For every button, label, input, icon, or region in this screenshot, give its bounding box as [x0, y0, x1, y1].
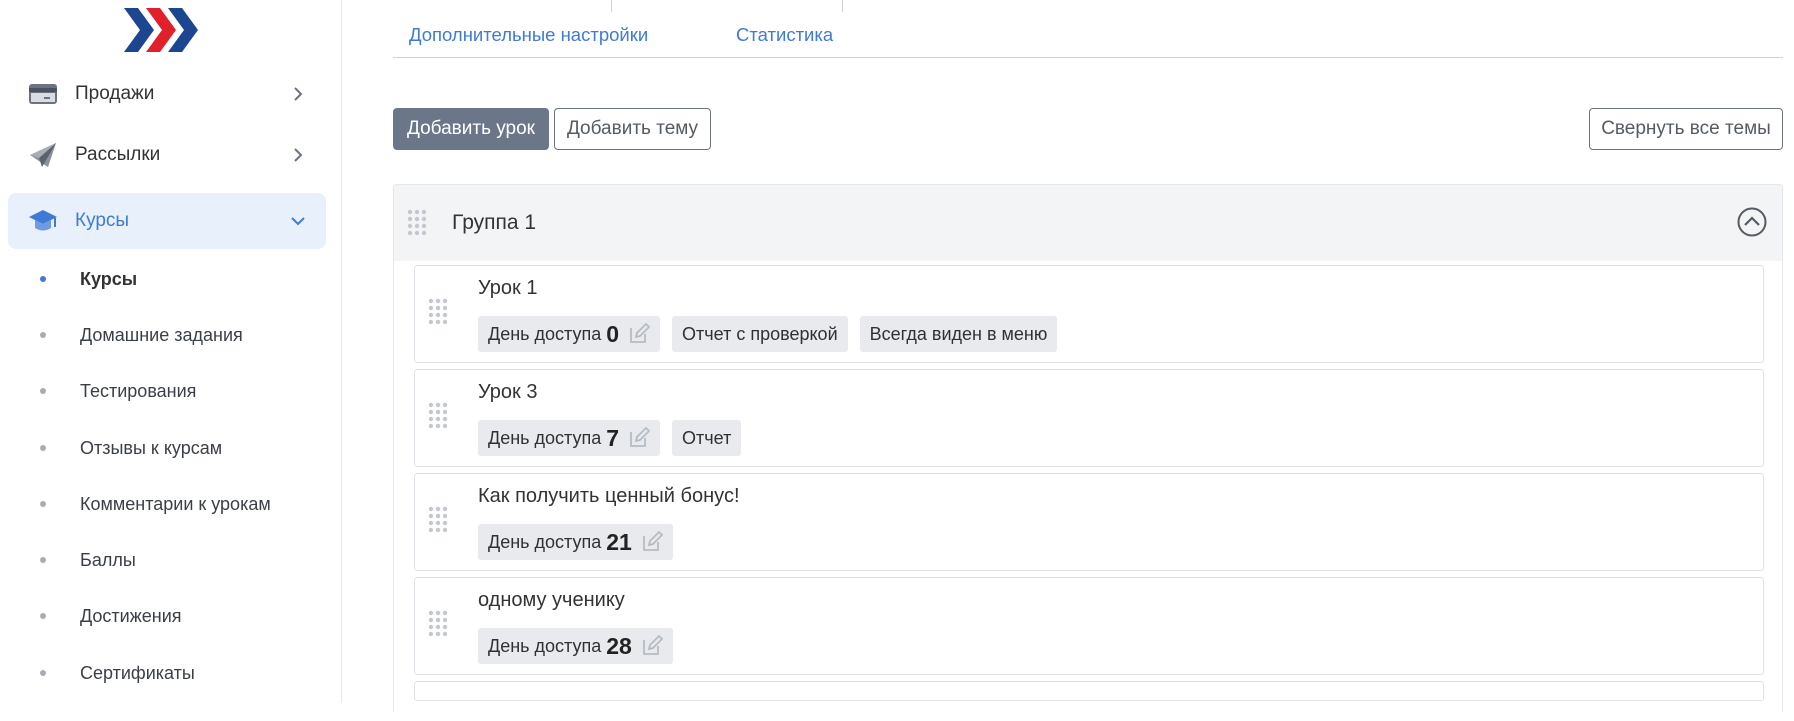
- submenu-item-comments[interactable]: Комментарии к урокам: [0, 484, 340, 524]
- credit-card-icon: [29, 84, 57, 104]
- add-lesson-button[interactable]: Добавить урок: [393, 108, 549, 150]
- sidebar-item-sales[interactable]: Продажи: [8, 66, 326, 122]
- always-visible-badge: Всегда виден в меню: [859, 316, 1058, 352]
- lesson-title: Урок 1: [478, 277, 538, 299]
- sidebar-item-label: Рассылки: [75, 144, 161, 165]
- tab-bar: Дополнительные настройки Статистика: [393, 0, 1783, 58]
- submenu-item-label: Отзывы к курсам: [80, 438, 223, 458]
- report-with-check-badge: Отчет с проверкой: [672, 316, 848, 352]
- submenu-item-reviews[interactable]: Отзывы к курсам: [0, 428, 340, 468]
- submenu-item-certificates[interactable]: Сертификаты: [0, 653, 340, 693]
- bullet-dot-icon: [40, 388, 46, 394]
- sidebar-item-label: Курсы: [75, 210, 130, 231]
- submenu-item-achievements[interactable]: Достижения: [0, 596, 340, 636]
- submenu-item-label: Тестирования: [80, 381, 197, 401]
- drag-handle-icon[interactable]: [427, 401, 449, 431]
- submenu-item-label: Сертификаты: [80, 663, 195, 683]
- tab-statistics[interactable]: Статистика: [736, 24, 833, 46]
- access-day-badge: День доступа 7: [478, 420, 661, 456]
- lesson-tags: День доступа 21: [478, 524, 673, 560]
- drag-handle-icon[interactable]: [427, 297, 449, 327]
- access-day-value: 7: [606, 424, 620, 451]
- paper-plane-icon: [30, 143, 56, 167]
- add-topic-button[interactable]: Добавить тему: [554, 108, 711, 150]
- logo-chevrons-icon[interactable]: [124, 6, 202, 54]
- access-day-badge: День доступа 0: [478, 316, 661, 352]
- lesson-row-partial[interactable]: [414, 681, 1764, 701]
- lesson-list: Урок 1 День доступа 0 Отчет с проверкой …: [394, 261, 1782, 721]
- submenu-item-label: Курсы: [80, 269, 138, 289]
- edit-pencil-icon[interactable]: [628, 427, 651, 449]
- graduation-cap-icon: [29, 210, 57, 231]
- submenu-item-courses[interactable]: Курсы: [0, 259, 340, 299]
- bullet-dot-icon: [40, 332, 46, 338]
- bullet-dot-icon: [40, 670, 46, 676]
- bullet-dot-icon: [40, 501, 46, 507]
- edit-pencil-icon[interactable]: [641, 635, 663, 657]
- drag-handle-icon[interactable]: [427, 609, 449, 639]
- lesson-row[interactable]: Как получить ценный бонус! День доступа …: [414, 473, 1764, 571]
- submenu-item-label: Достижения: [80, 606, 182, 626]
- edit-pencil-icon[interactable]: [628, 323, 651, 345]
- lesson-row[interactable]: Урок 1 День доступа 0 Отчет с проверкой …: [414, 265, 1764, 363]
- tab-divider: [611, 0, 612, 12]
- collapse-circle-up-icon[interactable]: [1736, 206, 1768, 238]
- collapse-all-topics-button[interactable]: Свернуть все темы: [1589, 108, 1783, 150]
- lesson-row[interactable]: одному ученику День доступа 28: [414, 577, 1764, 675]
- lesson-title: Как получить ценный бонус!: [478, 485, 740, 507]
- access-day-badge: День доступа 21: [478, 524, 673, 560]
- submenu-item-label: Комментарии к урокам: [80, 494, 271, 514]
- lesson-title: Урок 3: [478, 381, 538, 403]
- drag-handle-icon[interactable]: [427, 505, 449, 535]
- lesson-tags: День доступа 7 Отчет: [478, 420, 742, 456]
- chevron-right-icon: [294, 87, 303, 101]
- lesson-title: одному ученику: [478, 589, 625, 611]
- access-day-value: 28: [606, 632, 632, 659]
- sidebar: Продажи Рассылки Курсы Курсы Домашние за…: [0, 0, 342, 703]
- bullet-dot-icon: [40, 557, 46, 563]
- sidebar-item-mailings[interactable]: Рассылки: [8, 127, 326, 183]
- access-day-value: 21: [606, 528, 632, 555]
- tab-advanced-settings[interactable]: Дополнительные настройки: [409, 24, 648, 46]
- bullet-dot-icon: [40, 613, 46, 619]
- edit-pencil-icon[interactable]: [641, 531, 663, 553]
- drag-handle-icon[interactable]: [406, 208, 428, 238]
- tab-divider: [842, 0, 843, 12]
- access-day-label: День доступа: [488, 531, 602, 552]
- report-badge: Отчет: [672, 420, 742, 456]
- chevron-right-icon: [294, 148, 303, 162]
- bullet-dot-icon: [40, 445, 46, 451]
- topic-group-header: Группа 1: [394, 185, 1782, 261]
- access-day-value: 0: [606, 320, 620, 347]
- access-day-label: День доступа: [488, 427, 602, 448]
- access-day-label: День доступа: [488, 323, 602, 344]
- chevron-down-icon: [291, 217, 305, 226]
- sidebar-item-courses[interactable]: Курсы: [8, 193, 326, 249]
- submenu-item-points[interactable]: Баллы: [0, 540, 340, 580]
- topic-group-title: Группа 1: [452, 211, 537, 234]
- submenu-item-label: Баллы: [80, 550, 136, 570]
- topic-group: Группа 1 Урок 1 День доступа 0 Отчет с п…: [393, 184, 1783, 721]
- lesson-tags: День доступа 28: [478, 628, 673, 664]
- bullet-dot-icon: [40, 276, 46, 282]
- lesson-row[interactable]: Урок 3 День доступа 7 Отчет: [414, 369, 1764, 467]
- lesson-tags: День доступа 0 Отчет с проверкой Всегда …: [478, 316, 1058, 352]
- sidebar-item-label: Продажи: [75, 83, 155, 104]
- submenu-item-label: Домашние задания: [80, 325, 243, 345]
- submenu-item-tests[interactable]: Тестирования: [0, 371, 340, 411]
- access-day-badge: День доступа 28: [478, 628, 673, 664]
- submenu-item-homework[interactable]: Домашние задания: [0, 315, 340, 355]
- access-day-label: День доступа: [488, 635, 602, 656]
- main-content: Дополнительные настройки Статистика Доба…: [343, 0, 1794, 721]
